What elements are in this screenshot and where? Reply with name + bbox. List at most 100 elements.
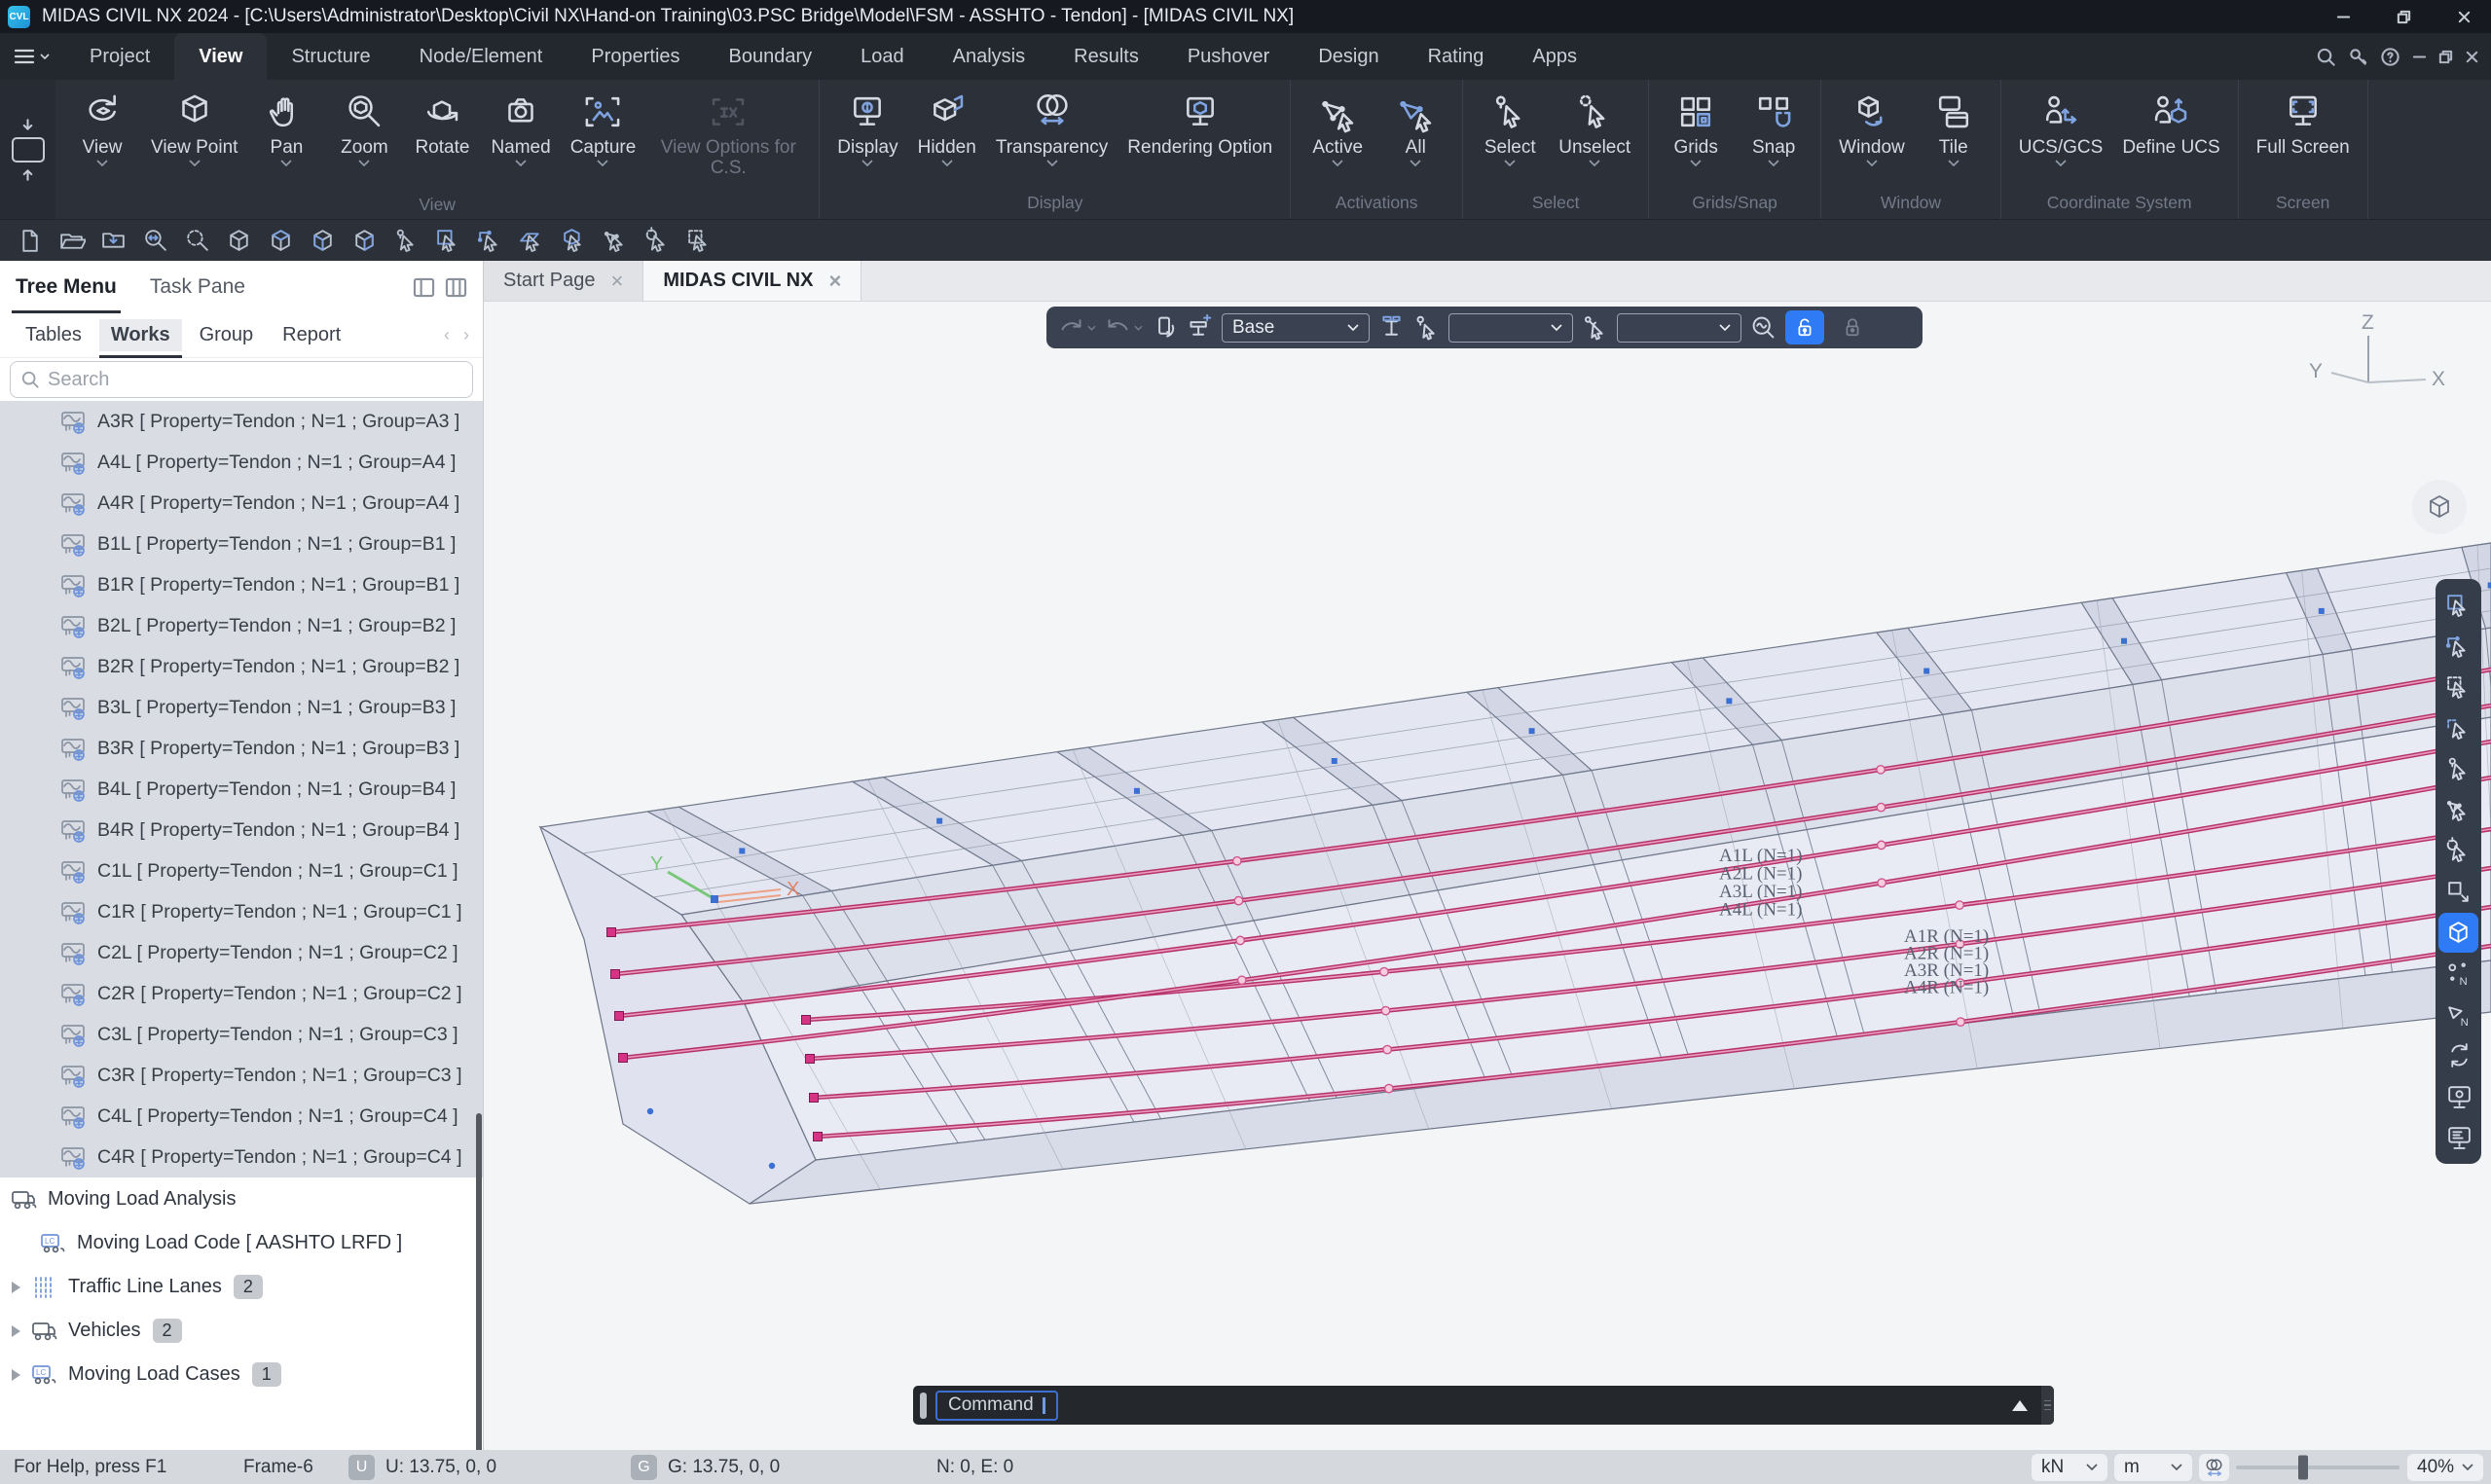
sidebar-scrollbar[interactable] — [476, 1113, 482, 1450]
subtab-works[interactable]: Works — [99, 319, 182, 351]
subtab-group[interactable]: Group — [188, 319, 266, 351]
view-point-button[interactable]: View Point — [141, 88, 247, 195]
subtab-tables[interactable]: Tables — [14, 319, 93, 351]
expand-icon[interactable] — [12, 1282, 20, 1293]
restore-button[interactable] — [2396, 9, 2411, 24]
tree-item-vehicles[interactable]: Vehicles2 — [0, 1309, 483, 1353]
open-model-icon[interactable] — [57, 227, 86, 255]
dynamic-view-icon[interactable] — [1750, 314, 1777, 341]
select-polyline-icon[interactable] — [2438, 627, 2478, 667]
material-select[interactable] — [1617, 313, 1741, 343]
pan-button[interactable]: Pan — [247, 88, 325, 195]
zoom-slider-thumb[interactable] — [2298, 1455, 2308, 1479]
select-window-icon[interactable] — [434, 227, 462, 255]
redo-button[interactable] — [1105, 314, 1143, 341]
tab-task-pane[interactable]: Task Pane — [150, 261, 245, 313]
menu-design[interactable]: Design — [1294, 33, 1403, 80]
tree-item-tendon[interactable]: B3R [ Property=Tendon ; N=1 ; Group=B3 ] — [0, 728, 483, 769]
menu-structure[interactable]: Structure — [267, 33, 394, 80]
panel-layout-icon[interactable] — [413, 277, 435, 298]
full-screen-button[interactable]: Full Screen — [2247, 88, 2360, 193]
transparency-toggle-icon[interactable] — [2199, 1454, 2229, 1481]
command-input[interactable]: Command — [935, 1391, 1058, 1421]
pick-material-icon[interactable] — [1582, 314, 1608, 341]
zoom-fit-icon[interactable] — [141, 227, 169, 255]
menu-boundary[interactable]: Boundary — [705, 33, 837, 80]
tree-item-tendon[interactable]: C2R [ Property=Tendon ; N=1 ; Group=C2 ] — [0, 973, 483, 1014]
license-key-icon[interactable] — [2348, 47, 2368, 67]
select-polyline-icon[interactable] — [476, 227, 504, 255]
tree-item-tendon[interactable]: B1R [ Property=Tendon ; N=1 ; Group=B1 ] — [0, 564, 483, 605]
expand-icon[interactable] — [12, 1325, 20, 1337]
select-poly-dashed-icon[interactable] — [2438, 708, 2478, 748]
tree-item-tendon[interactable]: C1R [ Property=Tendon ; N=1 ; Group=C1 ] — [0, 891, 483, 932]
pick-property-icon[interactable] — [1413, 314, 1440, 341]
menu-rating[interactable]: Rating — [1404, 33, 1509, 80]
view-left-icon[interactable] — [350, 227, 379, 255]
node-number-icon[interactable]: N — [2438, 954, 2478, 994]
tree-item-tendon[interactable]: C3R [ Property=Tendon ; N=1 ; Group=C3 ] — [0, 1055, 483, 1096]
view-options-for-c-s--button[interactable]: View Options for C.S. — [645, 88, 811, 195]
zoom-button[interactable]: Zoom — [325, 88, 403, 195]
doc-minimize-icon[interactable] — [2412, 50, 2427, 64]
structure-group-select[interactable]: Base — [1222, 313, 1370, 343]
view-iso-icon[interactable] — [225, 227, 253, 255]
length-unit-select[interactable]: m — [2114, 1454, 2192, 1481]
tree-item-moving-load-cases[interactable]: LCMoving Load Cases1 — [0, 1353, 483, 1396]
zoom-level-select[interactable]: 40% — [2407, 1454, 2483, 1481]
tree-item-tendon[interactable]: A4L [ Property=Tendon ; N=1 ; Group=A4 ] — [0, 442, 483, 483]
unselect-button[interactable]: Unselect — [1549, 88, 1640, 193]
menu-apps[interactable]: Apps — [1508, 33, 1601, 80]
import-model-icon[interactable] — [99, 227, 128, 255]
zoom-window-icon[interactable] — [2438, 872, 2478, 912]
menu-node-element[interactable]: Node/Element — [395, 33, 568, 80]
command-bar-grip[interactable] — [920, 1393, 927, 1419]
control-panel-icon[interactable] — [2438, 1117, 2478, 1157]
expand-icon[interactable] — [12, 1369, 20, 1381]
tree-item-tendon[interactable]: B4R [ Property=Tendon ; N=1 ; Group=B4 ] — [0, 810, 483, 851]
view-top-icon[interactable] — [267, 227, 295, 255]
subtab-prev-icon[interactable]: ‹ — [444, 325, 450, 345]
doc-tab-midas-civil-nx[interactable]: MIDAS CIVIL NX× — [643, 261, 861, 301]
select-node-icon[interactable] — [2438, 749, 2478, 789]
hamburger-menu-icon[interactable] — [0, 48, 65, 65]
close-tab-icon[interactable]: × — [611, 269, 624, 294]
view-front-icon[interactable] — [309, 227, 337, 255]
tree-item-tendon[interactable]: B3L [ Property=Tendon ; N=1 ; Group=B3 ] — [0, 687, 483, 728]
command-expand-icon[interactable] — [2012, 1400, 2028, 1411]
help-icon[interactable] — [2380, 47, 2400, 67]
tree-item-tendon[interactable]: C4R [ Property=Tendon ; N=1 ; Group=C4 ] — [0, 1137, 483, 1177]
unselect-rotate-icon[interactable] — [643, 227, 672, 255]
tree-item-tendon[interactable]: C3L [ Property=Tendon ; N=1 ; Group=C3 ] — [0, 1014, 483, 1055]
unselect-window-icon[interactable] — [685, 227, 714, 255]
select-element-icon[interactable] — [2438, 790, 2478, 830]
zoom-slider[interactable] — [2236, 1466, 2399, 1469]
unlock-button[interactable] — [1785, 310, 1824, 344]
display-option-icon[interactable] — [2438, 1076, 2478, 1116]
tab-tree-menu[interactable]: Tree Menu — [16, 261, 117, 313]
lock-button[interactable] — [1833, 310, 1872, 344]
rendering-option-button[interactable]: Rendering Option — [1117, 88, 1282, 193]
tree-item-moving-load-code-aashto-lrfd-[interactable]: LCMoving Load Code [ AASHTO LRFD ] — [0, 1221, 483, 1265]
window-button[interactable]: Window — [1829, 88, 1915, 193]
select-button[interactable]: Select — [1471, 88, 1549, 193]
zoom-window-icon[interactable] — [183, 227, 211, 255]
doc-close-icon[interactable] — [2465, 50, 2479, 64]
tree-item-tendon[interactable]: A3R [ Property=Tendon ; N=1 ; Group=A3 ] — [0, 401, 483, 442]
define-ucs-button[interactable]: Define UCS — [2112, 88, 2229, 193]
menu-load[interactable]: Load — [836, 33, 929, 80]
menu-pushover[interactable]: Pushover — [1163, 33, 1295, 80]
subtab-next-icon[interactable]: › — [463, 325, 469, 345]
property-select[interactable] — [1448, 313, 1573, 343]
redraw-icon[interactable] — [2438, 1035, 2478, 1075]
minimize-button[interactable] — [2335, 9, 2351, 24]
select-volume-icon[interactable] — [560, 227, 588, 255]
tree-item-tendon[interactable]: B2L [ Property=Tendon ; N=1 ; Group=B2 ] — [0, 605, 483, 646]
undo-button[interactable] — [1058, 314, 1096, 341]
new-file-icon[interactable] — [16, 227, 44, 255]
select-identity-icon[interactable] — [392, 227, 421, 255]
element-number-icon[interactable]: N — [2438, 995, 2478, 1034]
tree-item-tendon[interactable]: C1L [ Property=Tendon ; N=1 ; Group=C1 ] — [0, 851, 483, 891]
select-window-dashed-icon[interactable] — [2438, 668, 2478, 707]
snap-button[interactable]: Snap — [1735, 88, 1813, 193]
